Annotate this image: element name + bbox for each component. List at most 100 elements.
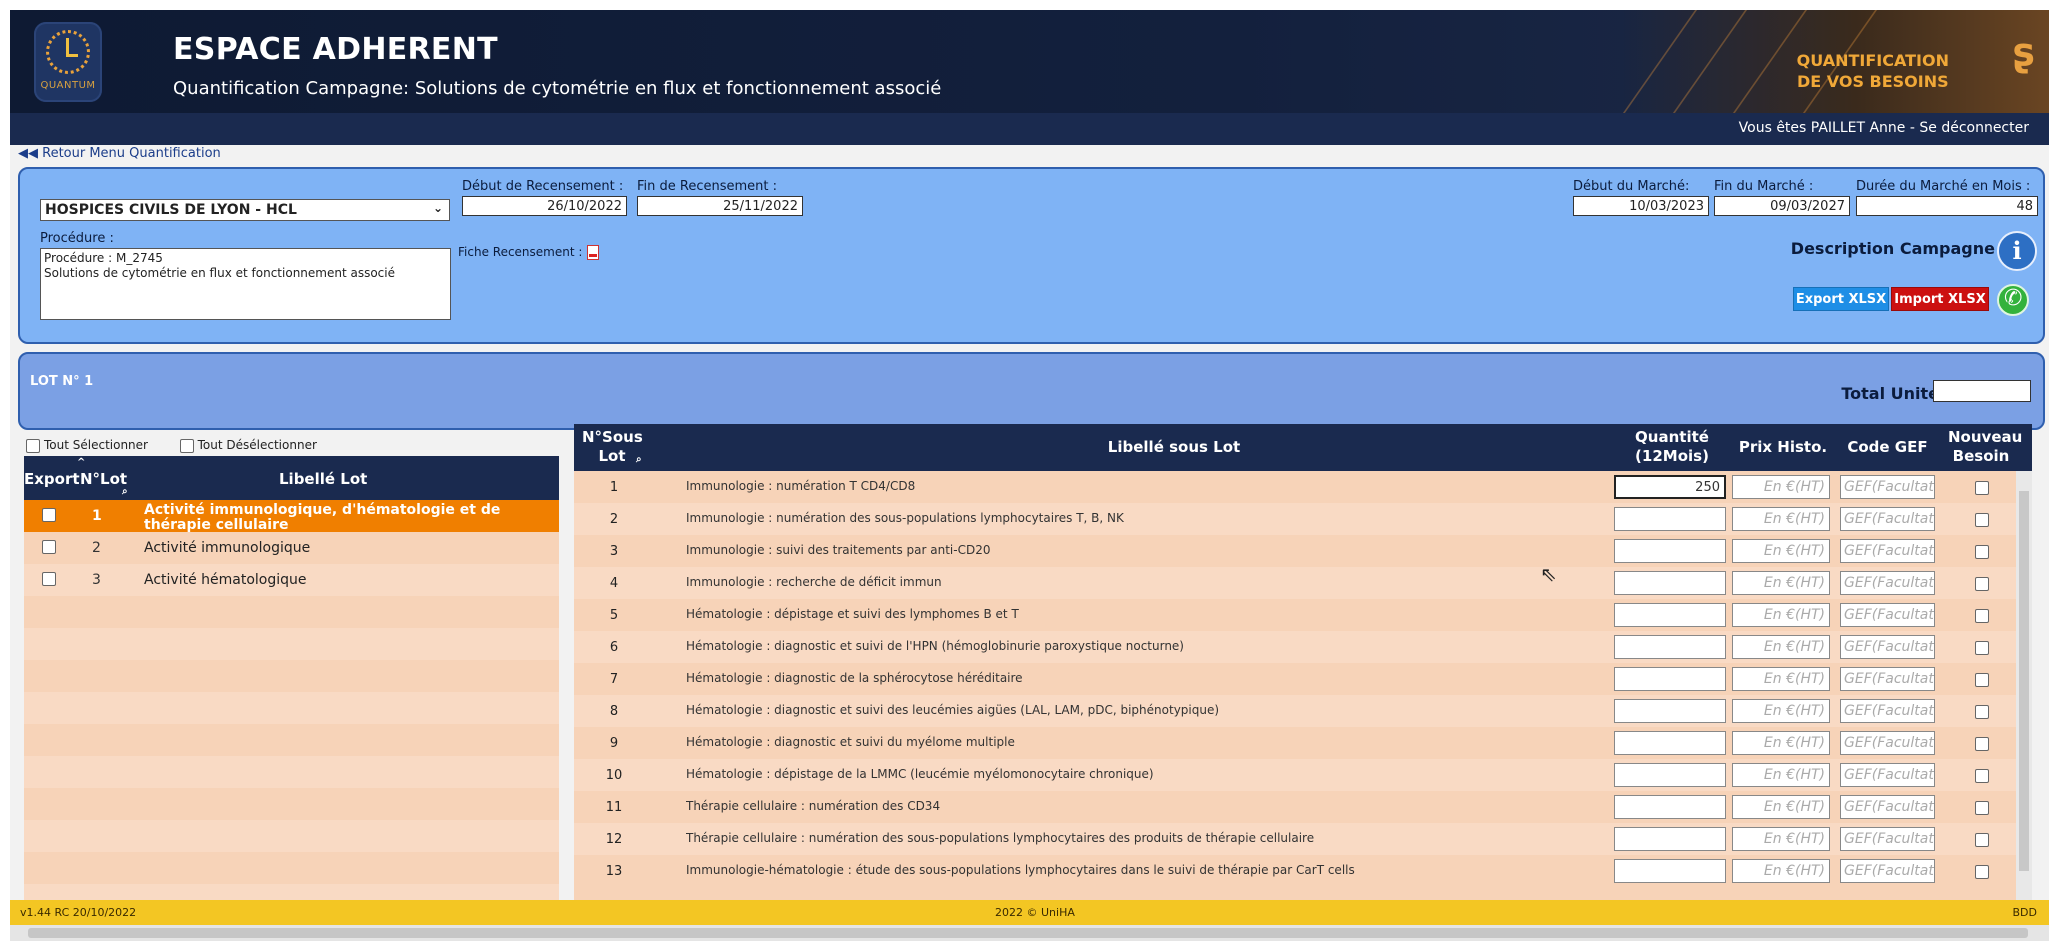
price-input[interactable]: En €(HT)	[1732, 571, 1830, 595]
price-input[interactable]: En €(HT)	[1732, 603, 1830, 627]
quantity-input[interactable]: 250	[1614, 475, 1726, 499]
col-num-lot[interactable]: N°Lot	[80, 470, 127, 488]
export-checkbox[interactable]	[42, 540, 56, 554]
horizontal-scrollbar[interactable]	[10, 925, 2049, 941]
nouveau-besoin-checkbox[interactable]	[1975, 737, 1989, 751]
export-checkbox[interactable]	[42, 572, 56, 586]
nouveau-besoin-checkbox[interactable]	[1975, 577, 1989, 591]
search-icon[interactable]: ⌕	[122, 486, 128, 497]
gef-input[interactable]: GEF(Facultatif)	[1840, 507, 1935, 531]
env-text: BDD	[2012, 906, 2038, 919]
gef-input[interactable]: GEF(Facultatif)	[1840, 827, 1935, 851]
price-input[interactable]: En €(HT)	[1732, 635, 1830, 659]
price-input[interactable]: En €(HT)	[1732, 827, 1830, 851]
duree-marche-label: Durée du Marché en Mois :	[1856, 179, 2031, 194]
deselect-all-label[interactable]: Tout Désélectionner	[198, 438, 317, 452]
user-logout-link[interactable]: Vous êtes PAILLET Anne - Se déconnecter	[1739, 120, 2029, 136]
col-num-sous-lot[interactable]: N°Sous Lot	[582, 428, 643, 466]
select-all-label[interactable]: Tout Sélectionner	[44, 438, 148, 452]
nouveau-besoin-checkbox[interactable]	[1975, 769, 1989, 783]
phone-icon[interactable]	[1997, 284, 2029, 316]
establishment-select[interactable]: HOSPICES CIVILS DE LYON - HCL ⌄	[40, 199, 450, 221]
duree-marche-field[interactable]: 48	[1856, 196, 2038, 216]
vertical-scrollbar[interactable]	[2016, 471, 2032, 906]
table-row: 2 Immunologie : numération des sous-popu…	[574, 503, 2032, 535]
quantity-input[interactable]	[1614, 571, 1726, 595]
user-bar: Vous êtes PAILLET Anne - Se déconnecter	[10, 113, 2049, 145]
app-window: QUANTUM ESPACE ADHERENT Quantification C…	[10, 10, 2049, 941]
sort-icon[interactable]: ^	[77, 457, 85, 468]
scrollbar-thumb[interactable]	[28, 928, 2028, 938]
price-input[interactable]: En €(HT)	[1732, 859, 1830, 883]
import-xlsx-button[interactable]: Import XLSX	[1891, 287, 1989, 311]
procedure-textarea[interactable]: Procédure : M_2745 Solutions de cytométr…	[40, 248, 451, 320]
price-input[interactable]: En €(HT)	[1732, 507, 1830, 531]
deselect-all-checkbox[interactable]	[179, 438, 194, 453]
price-input[interactable]: En €(HT)	[1732, 667, 1830, 691]
nouveau-besoin-checkbox[interactable]	[1975, 705, 1989, 719]
debut-recensement-field[interactable]: 26/10/2022	[462, 196, 627, 216]
gef-input[interactable]: GEF(Facultatif)	[1840, 635, 1935, 659]
gef-input[interactable]: GEF(Facultatif)	[1840, 603, 1935, 627]
caduceus-icon: ʂ	[2012, 30, 2035, 74]
price-input[interactable]: En €(HT)	[1732, 475, 1830, 499]
export-xlsx-button[interactable]: Export XLSX	[1793, 287, 1889, 311]
gef-input[interactable]: GEF(Facultatif)	[1840, 731, 1935, 755]
price-input[interactable]: En €(HT)	[1732, 795, 1830, 819]
lot-title: LOT N° 1	[30, 374, 94, 389]
nouveau-besoin-checkbox[interactable]	[1975, 481, 1989, 495]
fin-marche-field[interactable]: 09/03/2027	[1714, 196, 1850, 216]
nouveau-besoin-checkbox[interactable]	[1975, 833, 1989, 847]
nouveau-besoin-checkbox[interactable]	[1975, 513, 1989, 527]
gef-input[interactable]: GEF(Facultatif)	[1840, 699, 1935, 723]
quantity-input[interactable]	[1614, 827, 1726, 851]
gef-input[interactable]: GEF(Facultatif)	[1840, 795, 1935, 819]
scrollbar-thumb[interactable]	[2019, 491, 2029, 871]
pdf-icon[interactable]	[587, 245, 599, 260]
lot-row[interactable]: 3 Activité hématologique	[24, 564, 559, 596]
gef-input[interactable]: GEF(Facultatif)	[1840, 475, 1935, 499]
info-icon[interactable]: i	[1997, 231, 2037, 271]
chevron-down-icon: ⌄	[432, 201, 443, 215]
lot-row[interactable]: 1 Activité immunologique, d'hématologie …	[24, 500, 559, 533]
selection-controls: Tout Sélectionner Tout Désélectionner	[26, 438, 317, 453]
quantum-logo[interactable]: QUANTUM	[34, 22, 102, 102]
gef-input[interactable]: GEF(Facultatif)	[1840, 539, 1935, 563]
quantity-input[interactable]	[1614, 763, 1726, 787]
fin-recensement-label: Fin de Recensement :	[637, 179, 778, 194]
sub-lot-table-header: N°Sous Lot ⌕ Libellé sous Lot Quantité (…	[574, 424, 2032, 471]
quantity-input[interactable]	[1614, 699, 1726, 723]
total-unite-field[interactable]	[1933, 380, 2031, 402]
nouveau-besoin-checkbox[interactable]	[1975, 801, 1989, 815]
col-code-gef: Code GEF	[1847, 438, 1928, 456]
quantity-input[interactable]	[1614, 795, 1726, 819]
nouveau-besoin-checkbox[interactable]	[1975, 545, 1989, 559]
nouveau-besoin-checkbox[interactable]	[1975, 673, 1989, 687]
quantity-input[interactable]	[1614, 635, 1726, 659]
quantity-input[interactable]	[1614, 859, 1726, 883]
quantity-input[interactable]	[1614, 731, 1726, 755]
lot-row[interactable]: 2 Activité immunologique	[24, 532, 559, 564]
description-campagne-label: Description Campagne	[1790, 239, 1995, 258]
gef-input[interactable]: GEF(Facultatif)	[1840, 859, 1935, 883]
fin-recensement-field[interactable]: 25/11/2022	[637, 196, 803, 216]
debut-marche-field[interactable]: 10/03/2023	[1573, 196, 1709, 216]
search-icon[interactable]: ⌕	[636, 454, 642, 465]
quantity-input[interactable]	[1614, 507, 1726, 531]
price-input[interactable]: En €(HT)	[1732, 763, 1830, 787]
quantity-input[interactable]	[1614, 539, 1726, 563]
nouveau-besoin-checkbox[interactable]	[1975, 865, 1989, 879]
nouveau-besoin-checkbox[interactable]	[1975, 609, 1989, 623]
gef-input[interactable]: GEF(Facultatif)	[1840, 763, 1935, 787]
nouveau-besoin-checkbox[interactable]	[1975, 641, 1989, 655]
price-input[interactable]: En €(HT)	[1732, 699, 1830, 723]
export-checkbox[interactable]	[42, 508, 56, 522]
price-input[interactable]: En €(HT)	[1732, 731, 1830, 755]
quantity-input[interactable]	[1614, 603, 1726, 627]
price-input[interactable]: En €(HT)	[1732, 539, 1830, 563]
quantity-input[interactable]	[1614, 667, 1726, 691]
gef-input[interactable]: GEF(Facultatif)	[1840, 571, 1935, 595]
select-all-checkbox[interactable]	[26, 438, 40, 453]
gef-input[interactable]: GEF(Facultatif)	[1840, 667, 1935, 691]
back-to-menu-link[interactable]: ◀◀ Retour Menu Quantification	[18, 146, 221, 161]
